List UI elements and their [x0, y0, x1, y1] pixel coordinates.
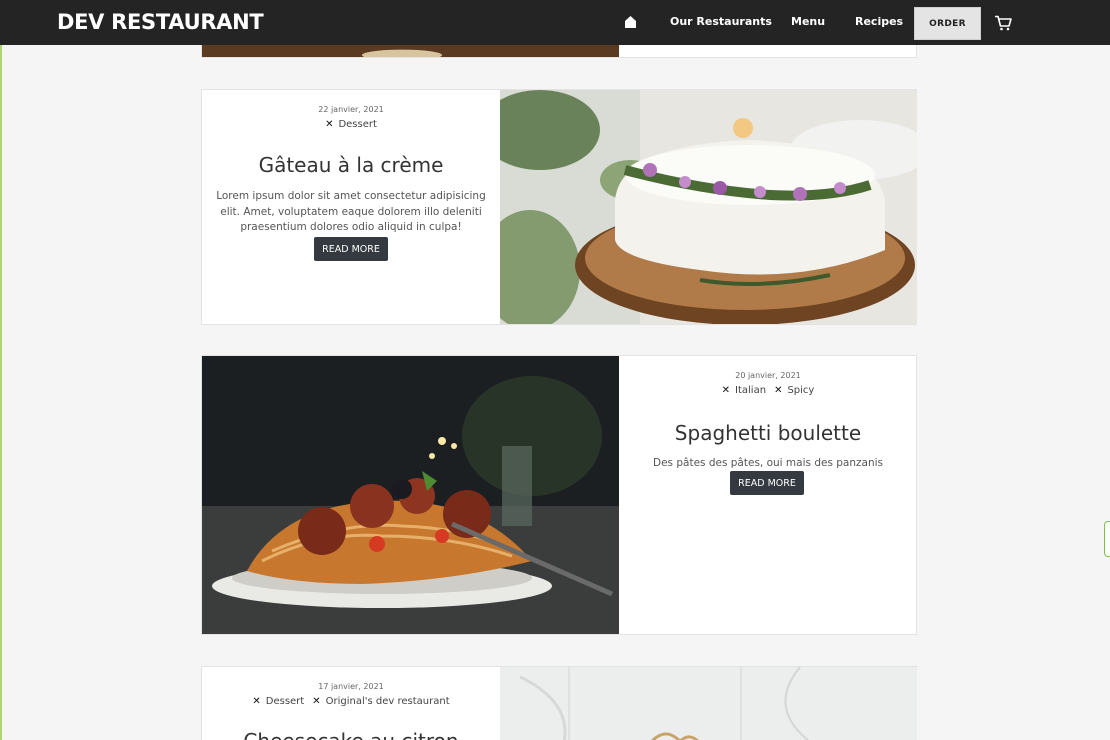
nav-link-recipes[interactable]: Recipes [855, 15, 903, 28]
post-text: 17 janvier, 2021 ✕ Dessert ✕ Original's … [202, 667, 500, 740]
nav-link-menu[interactable]: Menu [791, 15, 825, 28]
post-date: 22 janvier, 2021 [318, 105, 384, 114]
tag[interactable]: ✕ Spicy [774, 385, 814, 396]
x-icon: ✕ [774, 385, 783, 396]
tag-label: Dessert [265, 696, 305, 707]
x-icon: ✕ [721, 385, 731, 396]
navbar: DEV RESTAURANT Our Restaurants Menu Reci… [0, 0, 1110, 45]
tag[interactable]: ✕ Original's dev restaurant [312, 696, 449, 707]
tag[interactable]: ✕ Dessert [325, 119, 377, 130]
tag[interactable]: ✕ Dessert [252, 696, 304, 707]
post-card: 22 janvier, 2021 ✕ Dessert Gâteau à la c… [201, 89, 917, 325]
read-more-button[interactable]: READ MORE [314, 237, 388, 261]
post-title: Cheesecake au citron [202, 729, 500, 740]
tag-label: Dessert [338, 119, 377, 130]
x-icon: ✕ [252, 696, 261, 707]
post-image [202, 356, 619, 634]
post-card: 17 janvier, 2021 ✕ Dessert ✕ Original's … [201, 666, 917, 740]
side-widget[interactable] [1104, 521, 1110, 557]
post-title: Gâteau à la crème [258, 153, 444, 177]
order-button[interactable]: ORDER [914, 7, 981, 40]
post-text: 22 janvier, 2021 ✕ Dessert Gâteau à la c… [202, 90, 500, 324]
post-tags: ✕ Dessert ✕ Original's dev restaurant [202, 696, 500, 707]
post-date: 17 janvier, 2021 [318, 682, 384, 691]
post-image [500, 667, 917, 740]
tag-label: Original's dev restaurant [325, 696, 450, 707]
post-description: Des pâtes des pâtes, oui mais des panzan… [653, 457, 883, 469]
tag-label: Spicy [787, 385, 815, 396]
post-tags: ✕ Italian ✕ Spicy [619, 385, 917, 396]
post-description: Lorem ipsum dolor sit amet consectetur a… [216, 190, 486, 233]
brand-logo[interactable]: DEV RESTAURANT [57, 10, 264, 34]
home-icon[interactable] [624, 15, 637, 29]
x-icon: ✕ [312, 696, 321, 707]
x-icon: ✕ [325, 119, 334, 130]
tag[interactable]: ✕ Italian [722, 385, 766, 396]
post-card: 20 janvier, 2021 ✕ Italian ✕ Spicy Spagh… [201, 355, 917, 635]
post-text: 20 janvier, 2021 ✕ Italian ✕ Spicy Spagh… [619, 356, 917, 634]
post-date: 20 janvier, 2021 [735, 371, 801, 380]
cart-icon[interactable] [994, 15, 1012, 31]
post-title: Spaghetti boulette [674, 421, 862, 445]
page-edge-line [0, 45, 2, 740]
tag-label: Italian [735, 385, 767, 396]
nav-link-our-restaurants[interactable]: Our Restaurants [670, 15, 772, 28]
read-more-button[interactable]: READ MORE [730, 471, 804, 495]
post-image [500, 90, 917, 324]
post-tags: ✕ Dessert [202, 119, 500, 130]
